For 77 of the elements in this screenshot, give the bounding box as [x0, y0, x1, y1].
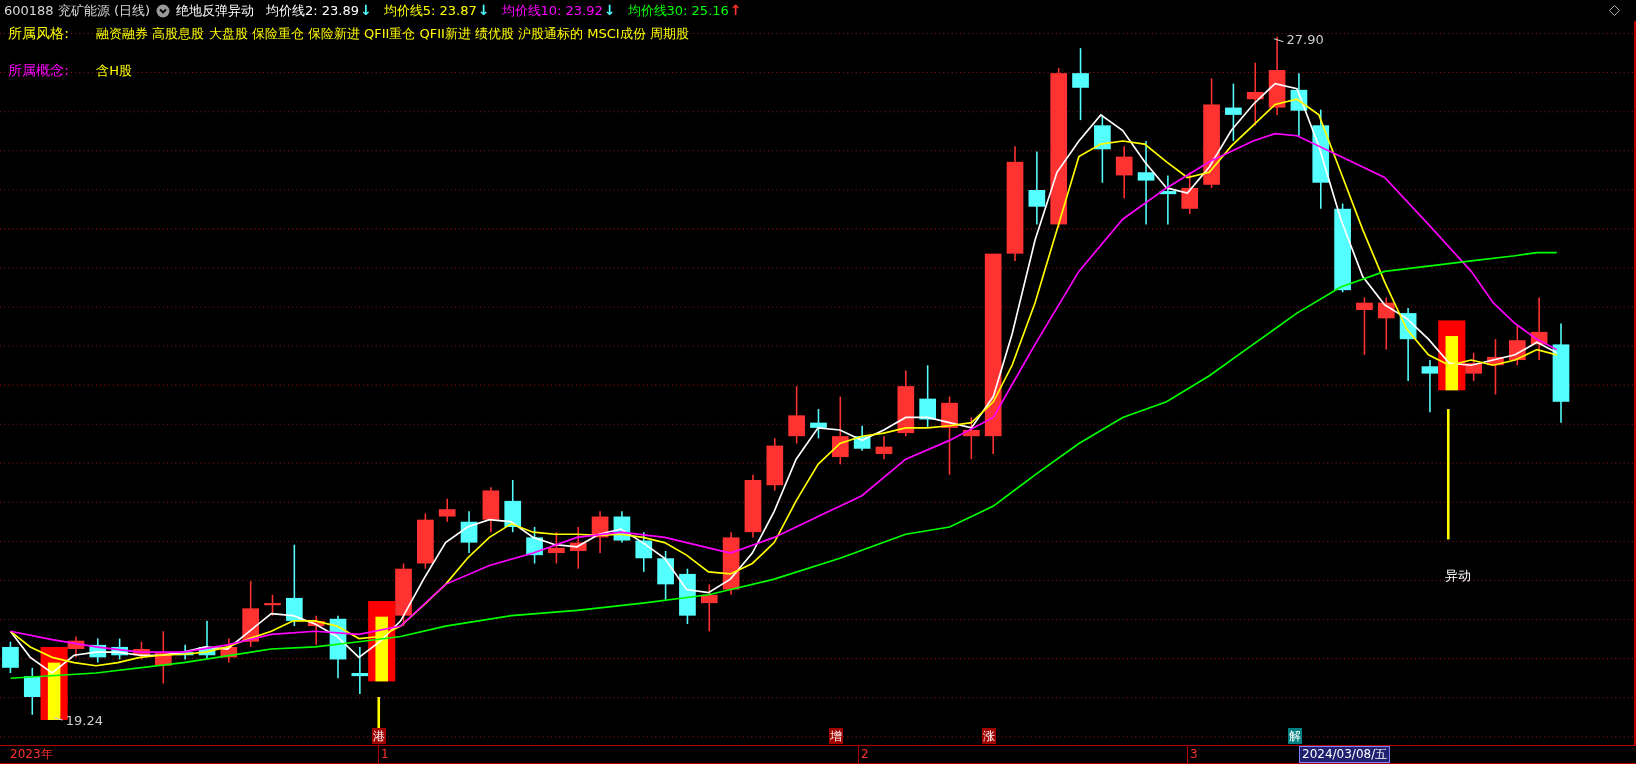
candlestick	[810, 408, 827, 440]
candlestick	[460, 510, 478, 554]
event-marker: 增	[829, 728, 844, 745]
event-marker: 港	[372, 728, 387, 745]
candlestick	[700, 583, 718, 633]
candlestick	[897, 369, 915, 437]
info-value: 融资融券 高股息股 大盘股 保险重仓 保险新进 QFII重仓 QFII新进 绩优股 沪股通标的 MSCI成份 周期股	[96, 25, 689, 44]
indicator-name: 绝地反弹异动	[176, 1, 255, 20]
candlestick	[613, 510, 631, 544]
event-marker: 涨	[981, 728, 996, 745]
candlestick	[417, 512, 434, 570]
candlestick	[1246, 61, 1264, 127]
candlestick	[2, 640, 19, 674]
candlestick	[1508, 324, 1526, 367]
trend-arrow: ↓	[360, 1, 372, 20]
leader-line	[53, 717, 64, 721]
candlestick	[307, 614, 325, 646]
candlestick	[1159, 174, 1177, 226]
candlestick	[1225, 82, 1242, 142]
trend-arrow: ↓	[603, 1, 616, 20]
stock-title: 600188 兖矿能源 (日线)	[4, 1, 151, 20]
info-label: 所属风格:	[8, 25, 71, 44]
candlestick	[766, 437, 784, 492]
trend-arrow: ↓	[477, 1, 490, 20]
candlestick	[788, 385, 805, 445]
signal-label: 异动	[1445, 566, 1472, 585]
candlestick	[1094, 114, 1111, 184]
candlestick	[242, 580, 259, 648]
candlestick	[154, 630, 172, 685]
month-label: 3	[1187, 746, 1198, 763]
info-label: 所属概念:	[8, 62, 71, 81]
month-label: 2	[858, 746, 869, 763]
candlestick	[89, 637, 107, 664]
trend-arrow: ↑	[729, 1, 742, 20]
month-label: 1	[378, 746, 389, 763]
candlestick	[482, 486, 500, 533]
candlestick	[657, 550, 674, 601]
event-marker: 解	[1287, 728, 1302, 745]
candlestick	[831, 395, 849, 466]
candlestick	[591, 510, 609, 554]
candlestick	[1377, 296, 1395, 351]
candlestick	[198, 620, 216, 661]
year-label: 2023年	[10, 747, 53, 762]
candlestick	[220, 637, 238, 664]
candlestick	[548, 531, 565, 565]
average-price-reading: 均价线10: 23.92	[501, 1, 603, 20]
candlestick	[1487, 338, 1504, 396]
diamond-icon[interactable]	[1609, 5, 1620, 16]
candlestick	[264, 594, 281, 617]
leader-line	[1273, 38, 1284, 43]
average-price-reading: 均价线2: 23.89	[266, 1, 360, 20]
candlestick	[963, 416, 980, 460]
candlestick	[504, 479, 522, 533]
candlestick	[1181, 171, 1199, 215]
low-price-label: 19.24	[65, 712, 103, 728]
candlestick	[133, 640, 150, 661]
chevron-circle-icon[interactable]	[156, 3, 171, 18]
candlestick	[1356, 296, 1373, 356]
candlestick	[1530, 296, 1548, 361]
candlestick	[329, 614, 347, 679]
average-price-reading: 均价线5: 23.87	[383, 1, 477, 20]
candlestick	[438, 498, 456, 523]
cursor-date-label: 2024/03/08/五	[1299, 746, 1391, 763]
candlestick	[635, 531, 653, 573]
info-value: 含H股	[96, 62, 133, 81]
candlestick	[679, 567, 696, 625]
candlestick	[875, 435, 893, 460]
candlestick	[1290, 72, 1308, 137]
candlestick	[526, 526, 543, 565]
high-price-label: 27.90	[1286, 32, 1324, 48]
candlestick	[919, 364, 936, 429]
candlestick	[744, 474, 762, 539]
average-price-reading: 均价线30: 25.16	[627, 1, 729, 20]
candlestick	[853, 425, 871, 452]
candlestick	[111, 637, 128, 661]
candlestick	[569, 526, 587, 570]
candlestick	[1115, 145, 1133, 200]
